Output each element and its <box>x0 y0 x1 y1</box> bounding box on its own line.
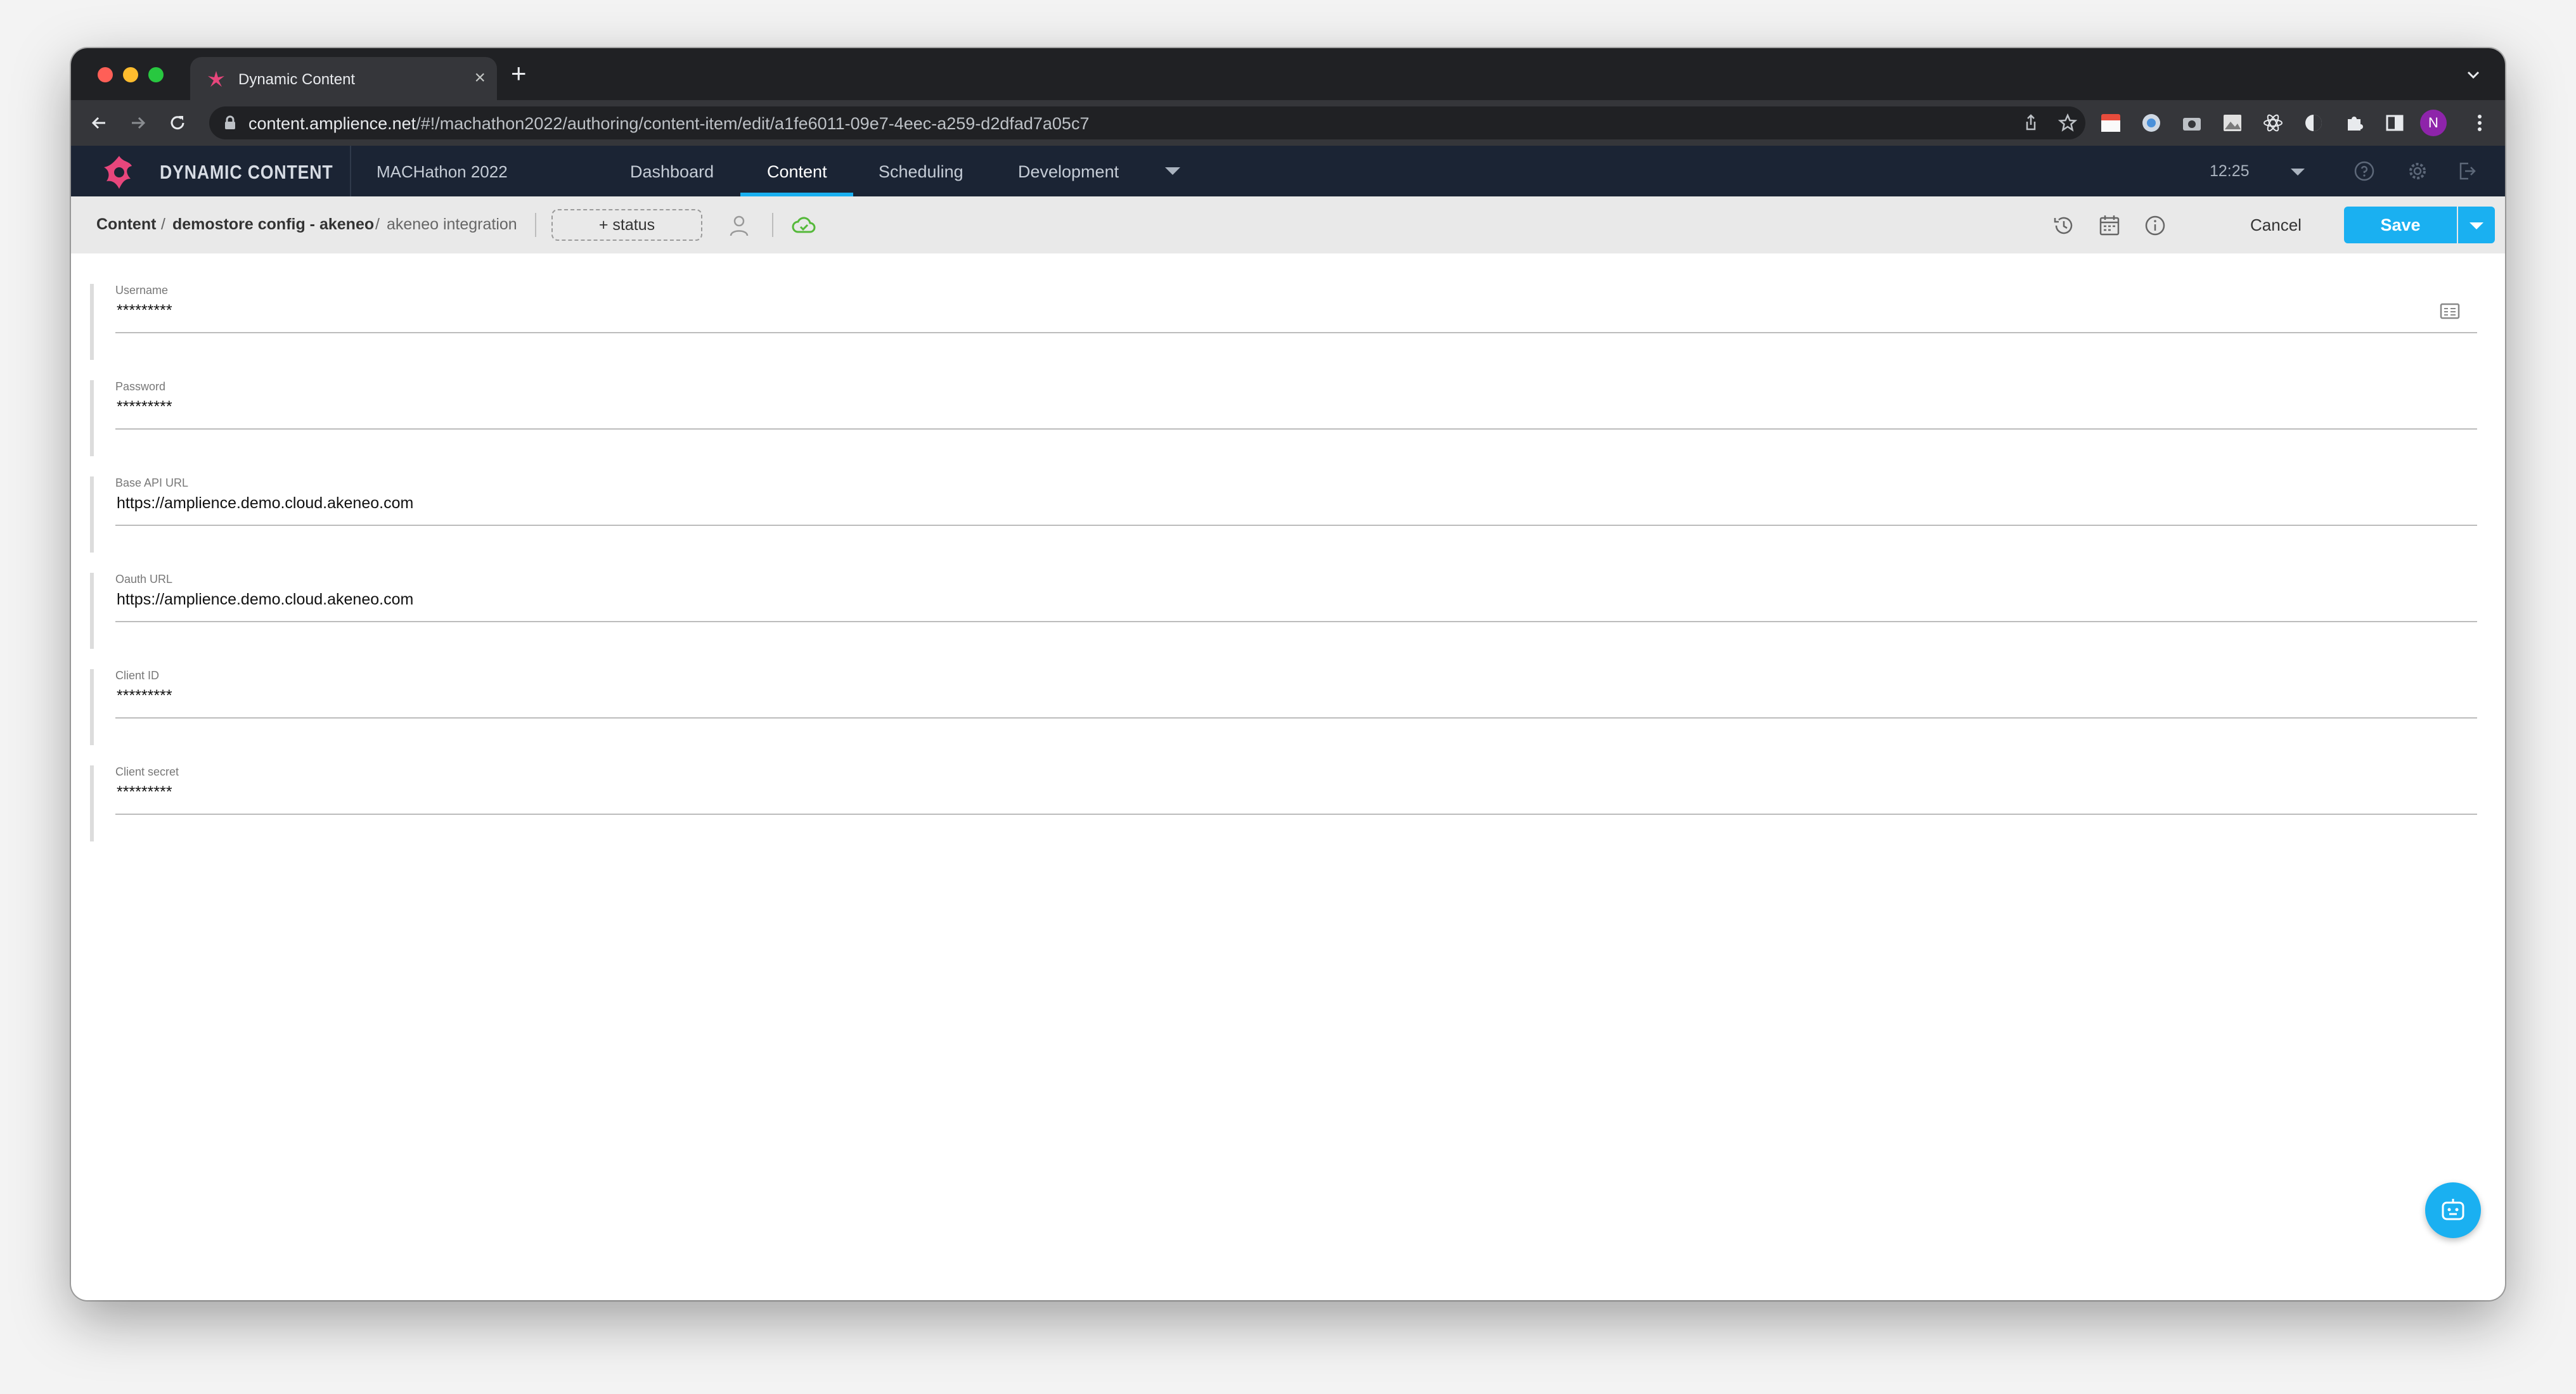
tab-title: Dynamic Content <box>238 71 356 88</box>
nav-dashboard[interactable]: Dashboard <box>630 162 714 182</box>
client-id-input[interactable]: ********* <box>117 687 172 705</box>
react-devtools-icon[interactable] <box>2262 112 2284 134</box>
field-card-icon[interactable] <box>2439 302 2461 321</box>
base-api-url-input[interactable]: https://amplience.demo.cloud.akeneo.com <box>117 494 413 513</box>
side-panel-icon[interactable] <box>2383 112 2406 134</box>
breadcrumb-folder[interactable]: demostore config - akeneo <box>172 215 374 234</box>
clock-time[interactable]: 12:25 <box>2210 162 2250 181</box>
close-icon[interactable]: × <box>474 67 486 89</box>
field-underline <box>115 814 2477 815</box>
browser-tab[interactable]: Dynamic Content × <box>190 57 497 100</box>
profile-avatar[interactable]: N <box>2420 110 2447 136</box>
field-username: Username ********* <box>90 284 2486 380</box>
url-path: /#!/machathon2022/authoring/content-item… <box>416 114 1090 133</box>
field-underline <box>115 717 2477 719</box>
field-rail <box>90 284 94 360</box>
field-rail <box>90 573 94 649</box>
reload-icon[interactable] <box>167 113 188 133</box>
add-status-button[interactable]: + status <box>551 209 702 241</box>
dynamic-content-logo[interactable] <box>100 153 138 191</box>
chevron-down-icon[interactable] <box>2461 62 2486 87</box>
cloud-sync-icon[interactable] <box>791 213 816 238</box>
history-icon[interactable] <box>2051 213 2077 238</box>
field-base-api-url: Base API URL https://amplience.demo.clou… <box>90 476 2486 573</box>
breadcrumb-separator: / <box>161 215 165 233</box>
field-label: Client secret <box>115 765 179 778</box>
field-label: Password <box>115 380 166 393</box>
nav-content[interactable]: Content <box>767 162 827 182</box>
app-brand: DYNAMIC CONTENT <box>160 161 333 183</box>
address-bar[interactable]: content.amplience.net/#!/machathon2022/a… <box>209 106 2085 139</box>
time-chevron-icon[interactable] <box>2291 169 2305 176</box>
field-underline <box>115 332 2477 333</box>
camera-icon[interactable] <box>2180 112 2203 134</box>
field-underline <box>115 621 2477 622</box>
nav-more-chevron-icon[interactable] <box>1165 167 1180 175</box>
breadcrumb-item: akeneo integration <box>387 215 517 233</box>
browser-menu-icon[interactable] <box>2468 112 2491 134</box>
nav-development[interactable]: Development <box>1018 162 1119 182</box>
field-underline <box>115 428 2477 430</box>
tab-strip: Dynamic Content × + <box>71 48 2505 100</box>
plus-icon[interactable]: + <box>511 60 527 87</box>
save-options-dropdown[interactable] <box>2458 207 2495 243</box>
robot-icon <box>2442 1199 2464 1220</box>
amplience-favicon-icon <box>208 71 224 87</box>
field-rail <box>90 765 94 841</box>
image-extension-icon[interactable] <box>2221 112 2244 134</box>
nav-scheduling[interactable]: Scheduling <box>879 162 963 182</box>
field-label: Oauth URL <box>115 573 173 585</box>
breadcrumb-separator: / <box>375 215 380 233</box>
forward-arrow-icon[interactable] <box>128 113 148 133</box>
oauth-url-input[interactable]: https://amplience.demo.cloud.akeneo.com <box>117 591 413 609</box>
help-icon[interactable] <box>2353 160 2376 182</box>
user-icon[interactable] <box>726 213 752 238</box>
field-client-secret: Client secret ********* <box>90 765 2486 862</box>
field-label: Client ID <box>115 669 160 682</box>
hub-name[interactable]: MACHathon 2022 <box>377 162 508 182</box>
field-password: Password ********* <box>90 380 2486 476</box>
calendar-icon[interactable] <box>2097 213 2122 238</box>
field-client-id: Client ID ********* <box>90 669 2486 765</box>
field-label: Username <box>115 284 169 297</box>
minimize-window-button[interactable] <box>123 67 138 82</box>
field-rail <box>90 476 94 553</box>
star-icon[interactable] <box>2058 113 2078 133</box>
field-rail <box>90 669 94 745</box>
calendar-extension-icon[interactable] <box>2099 112 2122 134</box>
logout-icon[interactable] <box>2456 160 2478 182</box>
content-toolbar: Content / demostore config - akeneo / ak… <box>71 196 2505 253</box>
url-host: content.amplience.net <box>248 114 416 133</box>
chatbot-button[interactable] <box>2425 1182 2481 1238</box>
browser-toolbar: content.amplience.net/#!/machathon2022/a… <box>71 100 2505 146</box>
gear-icon[interactable] <box>2406 160 2429 182</box>
info-icon[interactable] <box>2142 213 2168 238</box>
back-arrow-icon[interactable] <box>89 113 109 133</box>
breadcrumb-root[interactable]: Content <box>96 215 156 234</box>
header-divider <box>350 146 351 196</box>
field-underline <box>115 525 2477 526</box>
toolbar-divider <box>535 213 536 237</box>
browser-window: Dynamic Content × + content.amplience.ne… <box>71 48 2505 1300</box>
toolbar-divider <box>772 213 773 237</box>
shield-extension-icon[interactable] <box>2140 112 2163 134</box>
app-header: DYNAMIC CONTENT MACHathon 2022 Dashboard… <box>71 146 2505 196</box>
url-text: content.amplience.net/#!/machathon2022/a… <box>248 114 1089 134</box>
puzzle-extensions-icon[interactable] <box>2343 112 2366 134</box>
lock-icon <box>225 115 235 129</box>
close-window-button[interactable] <box>98 67 113 82</box>
share-icon[interactable] <box>2021 113 2041 133</box>
zoom-window-button[interactable] <box>148 67 164 82</box>
field-rail <box>90 380 94 456</box>
field-label: Base API URL <box>115 476 189 489</box>
contrast-extension-icon[interactable] <box>2302 112 2325 134</box>
password-input[interactable]: ********* <box>117 398 172 416</box>
save-button[interactable]: Save <box>2344 207 2457 243</box>
cancel-button[interactable]: Cancel <box>2250 215 2302 235</box>
field-oauth-url: Oauth URL https://amplience.demo.cloud.a… <box>90 573 2486 669</box>
client-secret-input[interactable]: ********* <box>117 783 172 802</box>
username-input[interactable]: ********* <box>117 302 172 320</box>
